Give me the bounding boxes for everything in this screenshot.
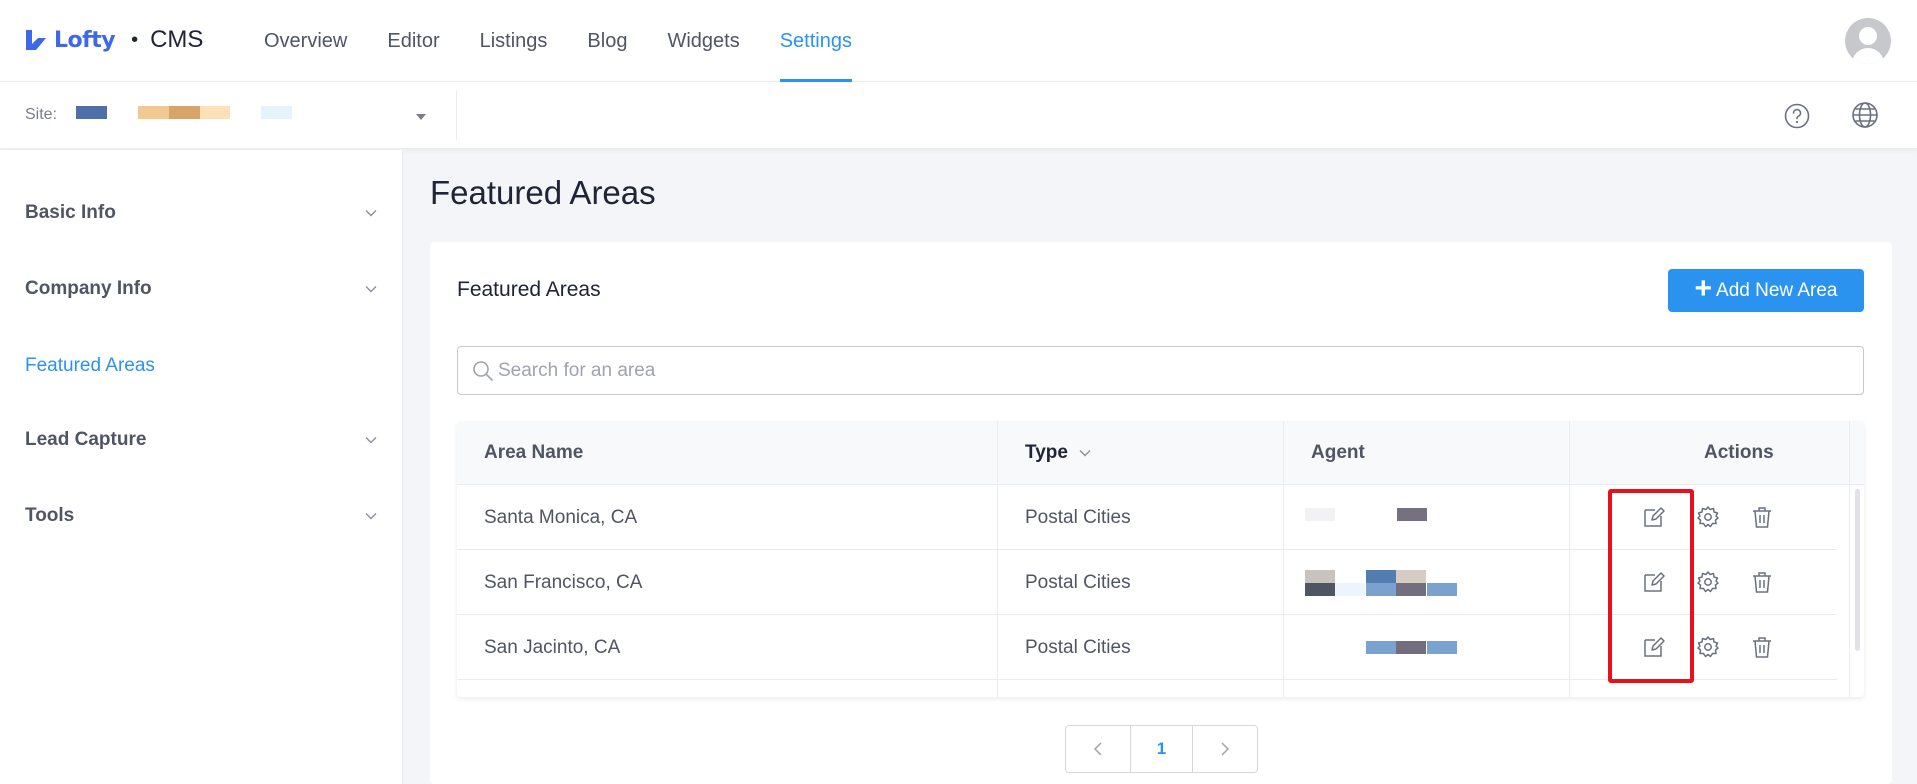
gear-icon[interactable]: [1696, 570, 1720, 594]
redacted-block: [1335, 583, 1365, 596]
chevron-down-icon: [365, 437, 377, 444]
nav-widgets[interactable]: Widgets: [667, 0, 739, 82]
redacted-block: [1427, 583, 1457, 596]
table-row: San Jacinto, CA Postal Cities: [457, 615, 1837, 680]
redacted-block: [1366, 641, 1396, 654]
redacted-block: [1427, 641, 1457, 654]
page-title: Featured Areas: [430, 174, 656, 211]
trash-icon[interactable]: [1750, 505, 1774, 529]
user-avatar[interactable]: [1845, 18, 1891, 64]
nav-overview[interactable]: Overview: [264, 0, 347, 82]
sidebar-item-label: Lead Capture: [25, 429, 147, 450]
edit-icon[interactable]: [1642, 570, 1666, 594]
divider: [456, 90, 457, 140]
sidebar-item-company-info[interactable]: Company Info: [25, 274, 377, 304]
redacted-block: [1305, 508, 1335, 521]
redacted-block: [1366, 583, 1396, 596]
plus-icon: +: [1694, 272, 1713, 305]
type-cell: Postal Cities: [1025, 507, 1131, 528]
redacted-block: [138, 106, 169, 119]
add-new-area-button[interactable]: + Add New Area: [1668, 269, 1864, 312]
nav-listings[interactable]: Listings: [480, 0, 548, 82]
page-number-button[interactable]: 1: [1129, 726, 1194, 772]
globe-icon[interactable]: [1851, 101, 1879, 129]
redacted-block: [1396, 641, 1426, 654]
redacted-block: [1397, 508, 1427, 521]
chevron-down-icon: [365, 286, 377, 293]
chevron-left-icon: [1093, 742, 1102, 756]
next-page-button[interactable]: [1193, 726, 1257, 772]
table-scrollbar[interactable]: [1855, 489, 1860, 651]
pagination: 1: [1065, 725, 1258, 773]
edit-icon[interactable]: [1642, 505, 1666, 529]
sidebar-item-lead-capture[interactable]: Lead Capture: [25, 425, 377, 455]
avatar-body: [1852, 48, 1884, 64]
redacted-block: [1305, 570, 1335, 583]
prev-page-button[interactable]: [1066, 726, 1130, 772]
redacted-block: [1366, 570, 1396, 583]
site-bar: Site:: [0, 82, 1917, 149]
gear-icon[interactable]: [1696, 635, 1720, 659]
nav-blog[interactable]: Blog: [587, 0, 627, 82]
redacted-block: [1305, 583, 1335, 596]
chevron-down-icon: [365, 210, 377, 217]
area-name-cell: San Francisco, CA: [484, 572, 643, 593]
redacted-block: [261, 106, 292, 119]
search-box: [457, 346, 1864, 395]
sidebar-item-basic-info[interactable]: Basic Info: [25, 198, 377, 228]
column-header-type-label: Type: [1025, 442, 1068, 463]
sidebar-item-label: Tools: [25, 505, 75, 526]
type-cell: Postal Cities: [1025, 637, 1131, 658]
top-nav: Lofty • CMS Overview Editor Listings Blo…: [0, 0, 1917, 82]
column-header-area-name: Area Name: [484, 442, 584, 463]
redacted-block: [76, 106, 107, 119]
area-name-cell: Santa Monica, CA: [484, 507, 638, 528]
search-input[interactable]: [498, 347, 1848, 394]
redacted-block: [1396, 583, 1426, 596]
product-name: CMS: [150, 26, 204, 53]
chevron-right-icon: [1221, 742, 1230, 756]
redacted-block: [200, 106, 230, 119]
help-icon[interactable]: [1784, 103, 1810, 129]
sidebar-item-label: Company Info: [25, 278, 152, 299]
add-new-area-label: Add New Area: [1716, 279, 1838, 301]
type-cell: Postal Cities: [1025, 572, 1131, 593]
chevron-down-icon: [1079, 449, 1091, 457]
gear-icon[interactable]: [1696, 505, 1720, 529]
settings-sidebar: Basic Info Company Info Featured Areas L…: [0, 150, 403, 784]
nav-settings[interactable]: Settings: [779, 0, 853, 82]
featured-areas-card: Featured Areas + Add New Area Area Name …: [430, 242, 1892, 784]
column-header-agent: Agent: [1311, 442, 1365, 463]
card-title: Featured Areas: [457, 278, 601, 301]
sidebar-item-label: Featured Areas: [25, 355, 155, 376]
table-row: San Francisco, CA Postal Cities: [457, 550, 1837, 615]
redacted-block: [169, 106, 200, 119]
table-row: Santa Monica, CA Postal Cities: [457, 485, 1837, 550]
site-label: Site:: [25, 106, 58, 123]
edit-icon[interactable]: [1642, 635, 1666, 659]
main-nav: Overview Editor Listings Blog Widgets Se…: [264, 0, 892, 82]
column-header-actions: Actions: [1704, 442, 1774, 463]
sidebar-item-label: Basic Info: [25, 202, 116, 223]
sidebar-item-tools[interactable]: Tools: [25, 501, 377, 531]
nav-editor[interactable]: Editor: [387, 0, 439, 82]
logo-text: Lofty: [54, 27, 116, 53]
avatar-head: [1859, 27, 1877, 45]
sidebar-item-featured-areas[interactable]: Featured Areas: [25, 351, 377, 381]
logo[interactable]: Lofty • CMS: [24, 24, 203, 56]
lofty-logo-icon: [26, 30, 46, 50]
trash-icon[interactable]: [1750, 635, 1774, 659]
column-divider: [1849, 421, 1850, 697]
site-dropdown-caret-icon[interactable]: [416, 114, 426, 120]
chevron-down-icon: [365, 513, 377, 520]
column-header-type[interactable]: Type: [1025, 421, 1091, 485]
trash-icon[interactable]: [1750, 570, 1774, 594]
area-name-cell: San Jacinto, CA: [484, 637, 621, 658]
search-icon: [473, 361, 493, 381]
areas-table: Area Name Type Agent Actions Santa Monic…: [457, 421, 1864, 697]
redacted-block: [1396, 570, 1426, 583]
table-header: Area Name Type Agent Actions: [457, 421, 1864, 485]
logo-separator: •: [131, 28, 139, 51]
